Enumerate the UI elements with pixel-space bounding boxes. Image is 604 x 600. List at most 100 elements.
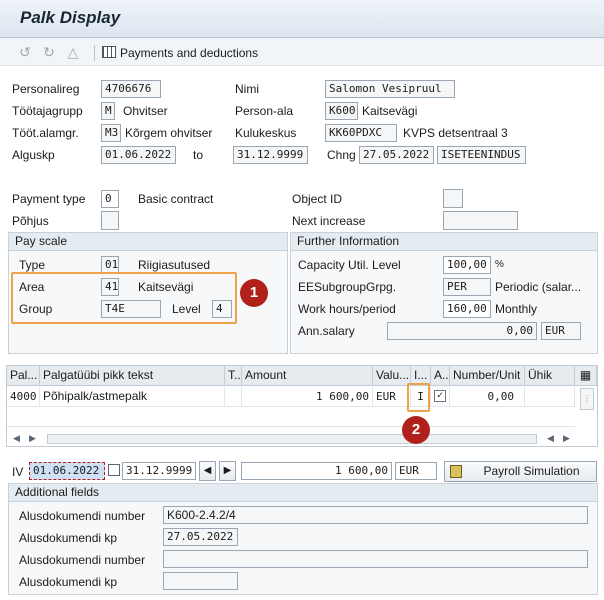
alusdok-number-label-1: Alusdokumendi number (19, 509, 146, 523)
vertical-scrollbar[interactable]: ⋮ (580, 388, 594, 410)
payroll-simulation-button[interactable]: Payroll Simulation (444, 461, 597, 482)
scroll-right-icon[interactable]: ▶ (29, 433, 36, 444)
iv-from-date-field[interactable]: 01.06.2022 (29, 462, 105, 480)
further-info-title: Further Information (291, 233, 597, 251)
scroll-left-icon-2[interactable]: ◀ (547, 433, 554, 444)
empty-row (7, 407, 575, 427)
row-amount[interactable]: 1 600,00 (242, 387, 373, 407)
row-unit[interactable] (525, 387, 575, 407)
object-id-field[interactable] (443, 189, 463, 208)
horizontal-scrollbar[interactable] (47, 434, 537, 444)
prev-arrow-icon[interactable]: ◀ (199, 461, 216, 481)
capacity-field[interactable]: 100,00 (443, 256, 491, 274)
overview-icon[interactable]: △ (64, 43, 82, 61)
chng-label: Chng (327, 148, 356, 162)
column-settings-icon[interactable]: ▦ (575, 366, 597, 386)
row-text[interactable]: Põhipalk/astmepalk (40, 387, 225, 407)
next-increase-field[interactable] (443, 211, 518, 230)
pay-scale-area-label: Area (19, 280, 45, 294)
personala-text: Kaitsevägi (362, 104, 418, 118)
col-header-text[interactable]: Palgatüübi pikk tekst (40, 366, 225, 386)
pay-scale-area-text: Kaitsevägi (138, 280, 194, 294)
annotation-badge-2: 2 (402, 416, 430, 444)
row-a-cell: ✓ (431, 387, 450, 407)
kulukeskus-code-field[interactable]: KK60PDXC (325, 124, 397, 142)
iv-amount-field[interactable]: 1 600,00 (241, 462, 392, 480)
pay-scale-level-field[interactable]: 4 (212, 300, 232, 318)
chng-user-field[interactable]: ISETEENINDUS (437, 146, 526, 164)
pay-scale-group-label: Group (19, 302, 53, 316)
pay-scale-group-field[interactable]: T4E (101, 300, 161, 318)
to-date-field[interactable]: 31.12.9999 (233, 146, 308, 164)
forward-icon[interactable]: ↻ (40, 43, 58, 61)
pay-scale-type-text: Riigiasutused (138, 258, 211, 272)
col-header-unit[interactable]: Ühik (525, 366, 575, 386)
work-hours-label: Work hours/period (298, 302, 396, 316)
capacity-unit: % (495, 259, 504, 270)
pay-scale-level-label: Level (172, 302, 201, 316)
alusdok-kp-field-1[interactable]: 27.05.2022 (163, 528, 238, 546)
nimi-label: Nimi (235, 82, 259, 96)
col-header-amount[interactable]: Amount (242, 366, 373, 386)
work-hours-field[interactable]: 160,00 (443, 300, 491, 318)
nimi-field[interactable]: Salomon Vesipruul (325, 80, 455, 98)
pohjus-field[interactable] (101, 211, 119, 230)
alusdok-kp-field-2[interactable] (163, 572, 238, 590)
additional-fields-title: Additional fields (9, 484, 597, 502)
tootajagrupp-code-field[interactable]: M (101, 102, 115, 120)
iv-to-date-field[interactable]: 31.12.9999 (122, 462, 196, 480)
personala-code-field[interactable]: K600 (325, 102, 358, 120)
payments-deductions-button[interactable]: Payments and deductions (102, 44, 258, 62)
payment-type-label: Payment type (12, 192, 86, 206)
col-header-number[interactable]: Number/Unit (450, 366, 525, 386)
alusdok-number-label-2: Alusdokumendi number (19, 553, 146, 567)
back-icon[interactable]: ↺ (16, 43, 34, 61)
ann-salary-field[interactable]: 0,00 (387, 322, 537, 340)
ann-salary-currency-field[interactable]: EUR (541, 322, 581, 340)
alusdok-number-field-1[interactable]: K600-2.4.2/4 (163, 506, 588, 524)
toolbar (0, 38, 604, 66)
row-number[interactable]: 0,00 (450, 387, 525, 407)
work-hours-unit: Monthly (495, 302, 538, 316)
iv-label: IV (12, 465, 24, 479)
tootalamgr-code-field[interactable]: M3 (101, 124, 121, 142)
alusdok-number-field-2[interactable] (163, 550, 588, 568)
scroll-right-icon-2[interactable]: ▶ (563, 433, 570, 444)
window-title: Palk Display (20, 8, 121, 27)
next-arrow-icon[interactable]: ▶ (219, 461, 236, 481)
col-header-wagetype[interactable]: Pal... (7, 366, 40, 386)
tootajagrupp-label: Töötajagrupp (12, 104, 83, 118)
alguskp-label: Alguskp (12, 148, 55, 162)
row-t[interactable] (225, 387, 242, 407)
row-currency[interactable]: EUR (373, 387, 411, 407)
wage-types-table: Pal... Palgatüübi pikk tekst T.. Amount … (6, 365, 598, 447)
alusdok-kp-label-1: Alusdokumendi kp (19, 531, 118, 545)
scroll-left-icon[interactable]: ◀ (13, 433, 20, 444)
kulukeskus-label: Kulukeskus (235, 126, 297, 140)
toolbar-separator (94, 45, 95, 61)
pay-scale-area-field[interactable]: 41 (101, 278, 119, 296)
row-wagetype[interactable]: 4000 (7, 387, 40, 407)
tootalamgr-text: Kõrgem ohvitser (125, 126, 213, 140)
pay-scale-type-label: Type (19, 258, 46, 272)
alguskp-field[interactable]: 01.06.2022 (101, 146, 176, 164)
eesub-field[interactable]: PER (443, 278, 491, 296)
chng-date-field[interactable]: 27.05.2022 (359, 146, 434, 164)
annotation-badge-1: 1 (240, 279, 268, 307)
next-increase-label: Next increase (292, 214, 366, 228)
payment-type-field[interactable]: 0 (101, 190, 119, 208)
col-header-t[interactable]: T.. (225, 366, 242, 386)
row-a-checkbox[interactable]: ✓ (434, 390, 446, 402)
pohjus-label: Põhjus (12, 214, 49, 228)
to-label: to (193, 148, 204, 162)
copy-icon[interactable] (108, 464, 120, 476)
pay-scale-title: Pay scale (9, 233, 287, 251)
payments-table-icon (102, 46, 116, 58)
tootajagrupp-text: Ohvitser (123, 104, 168, 118)
iv-currency-field[interactable]: EUR (395, 462, 437, 480)
personalireg-field[interactable]: 4706676 (101, 80, 161, 98)
tootalamgr-label: Tööt.alamgr. (12, 126, 79, 140)
col-header-a[interactable]: A.. (431, 366, 450, 386)
personalireg-label: Personalireg (12, 82, 80, 96)
col-header-currency[interactable]: Valu... (373, 366, 411, 386)
